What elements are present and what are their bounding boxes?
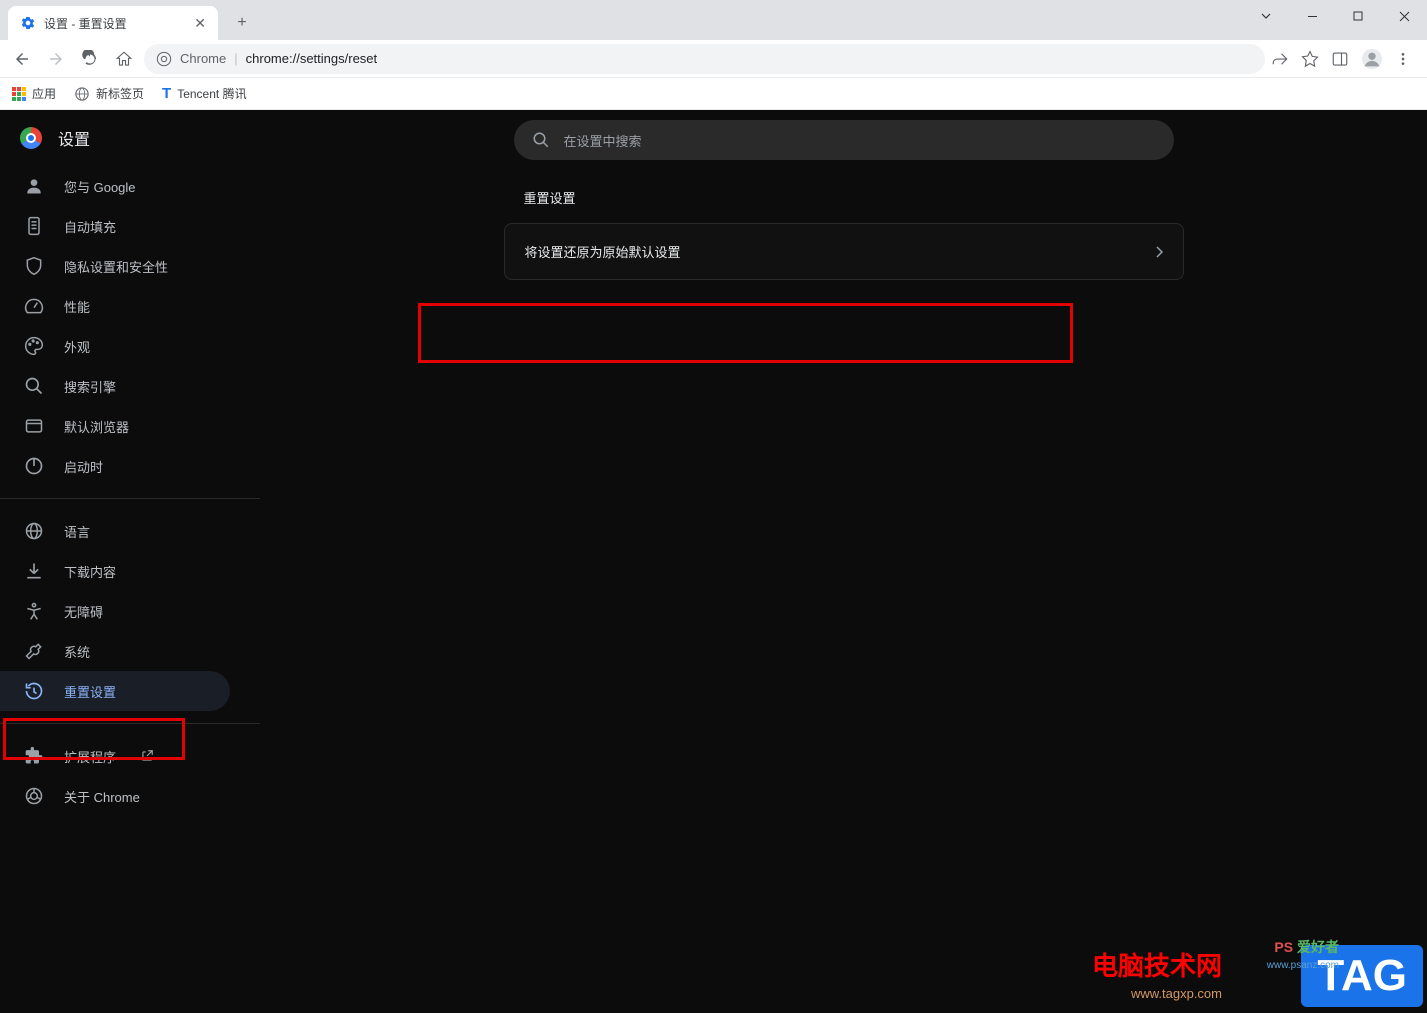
sidebar-item-about-chrome[interactable]: 关于 Chrome xyxy=(0,776,260,816)
browser-icon xyxy=(24,416,44,436)
bookmark-star-icon[interactable] xyxy=(1301,50,1319,68)
download-icon xyxy=(24,561,44,581)
menu-icon[interactable] xyxy=(1395,51,1411,67)
nav-label: 自动填充 xyxy=(64,217,116,236)
browser-toolbar: Chrome | chrome://settings/reset xyxy=(0,40,1427,78)
history-icon xyxy=(24,681,44,701)
sidebar-item-search-engine[interactable]: 搜索引擎 xyxy=(0,366,260,406)
watermark-ps: PS PS 爱好者爱好者 xyxy=(1274,937,1339,957)
section-title: 重置设置 xyxy=(504,188,1184,223)
watermark-text: 电脑技术网 xyxy=(1092,946,1222,983)
reset-settings-row[interactable]: 将设置还原为原始默认设置 xyxy=(505,224,1183,279)
nav-label: 语言 xyxy=(64,522,90,541)
browser-tab[interactable]: 设置 - 重置设置 ✕ xyxy=(8,6,218,40)
new-tab-button[interactable]: + xyxy=(228,9,256,37)
nav-separator xyxy=(0,498,260,499)
close-window-button[interactable] xyxy=(1381,0,1427,32)
nav-label: 无障碍 xyxy=(64,602,103,621)
address-bar[interactable]: Chrome | chrome://settings/reset xyxy=(144,44,1265,74)
bookmark-tencent[interactable]: T Tencent 腾讯 xyxy=(162,85,247,102)
sidebar-item-downloads[interactable]: 下载内容 xyxy=(0,551,260,591)
speed-icon xyxy=(24,296,44,316)
sidebar-item-accessibility[interactable]: 无障碍 xyxy=(0,591,260,631)
bookmarks-bar: 应用 新标签页 T Tencent 腾讯 xyxy=(0,78,1427,110)
autofill-icon xyxy=(24,216,44,236)
sidebar-item-autofill[interactable]: 自动填充 xyxy=(0,206,260,246)
bookmark-label: 新标签页 xyxy=(96,85,144,102)
window-controls xyxy=(1243,0,1427,32)
wrench-icon xyxy=(24,641,44,661)
nav-label: 外观 xyxy=(64,337,90,356)
nav-label: 您与 Google xyxy=(64,177,136,196)
reset-card: 将设置还原为原始默认设置 xyxy=(504,223,1184,280)
maximize-button[interactable] xyxy=(1335,0,1381,32)
tab-title: 设置 - 重置设置 xyxy=(44,15,127,32)
url-text: chrome://settings/reset xyxy=(246,51,378,66)
nav-label: 启动时 xyxy=(64,457,103,476)
annotation-highlight-card xyxy=(418,303,1073,363)
bookmark-newtab[interactable]: 新标签页 xyxy=(74,85,144,102)
sidebar-item-system[interactable]: 系统 xyxy=(0,631,260,671)
nav-label: 搜索引擎 xyxy=(64,377,116,396)
dropdown-icon[interactable] xyxy=(1243,0,1289,32)
sidebar-item-reset[interactable]: 重置设置 xyxy=(0,671,230,711)
close-icon[interactable]: ✕ xyxy=(194,15,206,32)
forward-button[interactable] xyxy=(42,45,70,73)
sidebar-item-on-startup[interactable]: 启动时 xyxy=(0,446,260,486)
side-panel-icon[interactable] xyxy=(1331,50,1349,68)
back-button[interactable] xyxy=(8,45,36,73)
nav-label: 系统 xyxy=(64,642,90,661)
person-icon xyxy=(24,176,44,196)
profile-avatar[interactable] xyxy=(1361,48,1383,70)
search-icon xyxy=(24,376,44,396)
bookmark-label: 应用 xyxy=(32,85,56,102)
shield-icon xyxy=(24,256,44,276)
settings-sidebar: 设置 您与 Google 自动填充 隐私设置和安全性 性能 外观 搜索引擎 xyxy=(0,110,260,1013)
reload-button[interactable] xyxy=(76,45,104,73)
chrome-icon xyxy=(24,786,44,806)
sidebar-item-you-and-google[interactable]: 您与 Google xyxy=(0,166,260,206)
chrome-logo-icon xyxy=(20,127,42,149)
palette-icon xyxy=(24,336,44,356)
tab-strip: 设置 - 重置设置 ✕ + xyxy=(0,0,1427,40)
settings-search-input[interactable]: 在设置中搜索 xyxy=(514,120,1174,160)
bookmark-apps[interactable]: 应用 xyxy=(12,85,56,102)
reset-label: 将设置还原为原始默认设置 xyxy=(525,242,681,261)
annotation-highlight-sidebar xyxy=(3,718,185,760)
nav-label: 隐私设置和安全性 xyxy=(64,257,168,276)
tencent-icon: T xyxy=(162,85,171,102)
minimize-button[interactable] xyxy=(1289,0,1335,32)
bookmark-label: Tencent 腾讯 xyxy=(177,85,246,102)
home-button[interactable] xyxy=(110,45,138,73)
search-icon xyxy=(532,131,550,149)
url-separator: | xyxy=(234,51,237,66)
sidebar-item-appearance[interactable]: 外观 xyxy=(0,326,260,366)
share-icon[interactable] xyxy=(1271,50,1289,68)
watermark-ps-url: www.psanz.com xyxy=(1267,960,1339,971)
accessibility-icon xyxy=(24,601,44,621)
url-scheme-label: Chrome xyxy=(180,51,226,66)
apps-icon xyxy=(12,87,26,101)
nav-label: 关于 Chrome xyxy=(64,787,140,806)
sidebar-item-performance[interactable]: 性能 xyxy=(0,286,260,326)
nav-label: 重置设置 xyxy=(64,682,116,701)
watermark-url: www.tagxp.com xyxy=(1131,986,1222,1001)
sidebar-item-privacy[interactable]: 隐私设置和安全性 xyxy=(0,246,260,286)
sidebar-header: 设置 xyxy=(0,110,260,166)
nav-label: 性能 xyxy=(64,297,90,316)
nav-label: 默认浏览器 xyxy=(64,417,129,436)
sidebar-item-languages[interactable]: 语言 xyxy=(0,511,260,551)
globe-icon xyxy=(74,86,90,102)
search-placeholder: 在设置中搜索 xyxy=(564,131,642,150)
settings-main: 在设置中搜索 重置设置 将设置还原为原始默认设置 xyxy=(260,110,1427,1013)
chrome-icon xyxy=(156,51,172,67)
power-icon xyxy=(24,456,44,476)
nav-label: 下载内容 xyxy=(64,562,116,581)
chevron-right-icon xyxy=(1155,246,1163,258)
gear-icon xyxy=(20,15,36,31)
sidebar-title: 设置 xyxy=(58,126,90,150)
sidebar-item-default-browser[interactable]: 默认浏览器 xyxy=(0,406,260,446)
globe-icon xyxy=(24,521,44,541)
